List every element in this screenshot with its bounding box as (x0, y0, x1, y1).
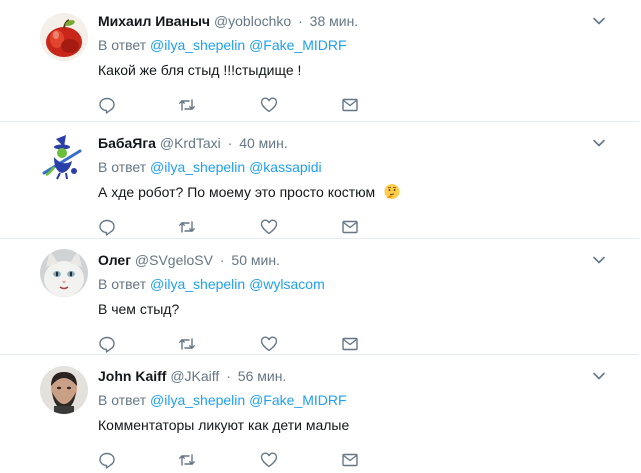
apple-avatar-icon (40, 13, 88, 61)
like-button[interactable] (260, 218, 278, 236)
timestamp[interactable]: 38 мин. (310, 13, 359, 29)
mention-link[interactable]: @ilya_shepelin (150, 392, 245, 408)
tweet-header: Михаил Иваныч @yoblochko · 38 мин. (98, 12, 358, 30)
tweet-text: Комментаторы ликуют как дети малые (98, 417, 350, 433)
avatar[interactable] (40, 133, 88, 181)
reply-context: В ответ @ilya_shepelin @kassapidi (98, 158, 322, 176)
reply-button[interactable] (98, 335, 116, 353)
user-handle[interactable]: @KrdTaxi (160, 135, 221, 151)
retweet-button[interactable] (178, 218, 196, 236)
mention-link[interactable]: @Fake_MIDRF (249, 392, 346, 408)
tweet-header: БабаЯга @KrdTaxi · 40 мин. (98, 134, 288, 152)
avatar[interactable] (40, 366, 88, 414)
heart-icon (260, 336, 278, 352)
tweet-header: Олег @SVgeloSV · 50 мин. (98, 251, 280, 269)
direct-message-button[interactable] (341, 335, 359, 353)
mention-link[interactable]: @ilya_shepelin (150, 276, 245, 292)
chevron-down-icon[interactable] (592, 14, 606, 28)
reply-icon (99, 97, 115, 114)
timestamp[interactable]: 56 мин. (238, 368, 287, 384)
chevron-down-icon[interactable] (592, 253, 606, 267)
mention-link[interactable]: @wylsacom (249, 276, 325, 292)
tweet-header: John Kaiff @JKaiff · 56 мин. (98, 367, 286, 385)
envelope-icon (342, 220, 358, 234)
reply-icon (99, 452, 115, 469)
display-name[interactable]: John Kaiff (98, 368, 166, 384)
thinking-face-emoji-icon (384, 184, 400, 199)
separator-dot: · (298, 13, 303, 29)
retweet-icon (179, 338, 195, 350)
direct-message-button[interactable] (341, 96, 359, 114)
reply-prefix: В ответ (98, 37, 147, 53)
reply-context: В ответ @ilya_shepelin @wylsacom (98, 275, 325, 293)
user-handle[interactable]: @JKaiff (170, 368, 219, 384)
retweet-icon (179, 454, 195, 466)
man-avatar-icon (40, 366, 88, 414)
separator-dot: · (226, 368, 231, 384)
tweet-text: А хде робот? По моему это просто костюм (98, 182, 401, 202)
display-name[interactable]: Михаил Иваныч (98, 13, 210, 29)
separator-dot: · (219, 252, 225, 268)
direct-message-button[interactable] (341, 218, 359, 236)
separator-dot: · (227, 135, 233, 151)
mention-link[interactable]: @ilya_shepelin (150, 37, 245, 53)
tweet[interactable]: Михаил Иваныч @yoblochko · 38 мин. В отв… (0, 0, 639, 122)
chevron-down-icon[interactable] (592, 136, 606, 150)
tweet[interactable]: Олег @SVgeloSV · 50 мин. В ответ @ilya_s… (0, 239, 639, 355)
retweet-icon (179, 99, 195, 111)
mention-link[interactable]: @ilya_shepelin (150, 159, 245, 175)
reply-prefix: В ответ (98, 159, 147, 175)
like-button[interactable] (260, 96, 278, 114)
heart-icon (260, 452, 278, 468)
tweet-text: Какой же бля стыд !!!стыдище ! (98, 62, 302, 78)
reply-context: В ответ @ilya_shepelin @Fake_MIDRF (98, 36, 347, 54)
reply-context: В ответ @ilya_shepelin @Fake_MIDRF (98, 391, 347, 409)
reply-feed: Михаил Иваныч @yoblochko · 38 мин. В отв… (0, 0, 641, 473)
reply-prefix: В ответ (98, 392, 147, 408)
chevron-down-icon[interactable] (592, 369, 606, 383)
reply-button[interactable] (98, 96, 116, 114)
retweet-icon (179, 221, 195, 233)
direct-message-button[interactable] (341, 451, 359, 469)
envelope-icon (342, 337, 358, 351)
mention-link[interactable]: @Fake_MIDRF (249, 37, 346, 53)
mention-link[interactable]: @kassapidi (249, 159, 322, 175)
display-name[interactable]: Олег (98, 252, 131, 268)
timestamp[interactable]: 40 мин. (239, 135, 288, 151)
heart-icon (260, 219, 278, 235)
reply-icon (99, 219, 115, 236)
user-handle[interactable]: @SVgeloSV (135, 252, 213, 268)
tweet[interactable]: БабаЯга @KrdTaxi · 40 мин. В ответ @ilya… (0, 122, 639, 239)
avatar[interactable] (40, 249, 88, 297)
retweet-button[interactable] (178, 335, 196, 353)
envelope-icon (342, 98, 358, 112)
reply-button[interactable] (98, 218, 116, 236)
tweet-text-content: А хде робот? По моему это просто костюм (98, 184, 376, 200)
tweet[interactable]: John Kaiff @JKaiff · 56 мин. В ответ @il… (0, 355, 639, 473)
reply-button[interactable] (98, 451, 116, 469)
avatar[interactable] (40, 13, 88, 61)
heart-icon (260, 97, 278, 113)
display-name[interactable]: БабаЯга (98, 135, 156, 151)
reply-icon (99, 336, 115, 353)
timestamp[interactable]: 50 мин. (231, 252, 280, 268)
witch-avatar-icon (40, 133, 88, 181)
like-button[interactable] (260, 335, 278, 353)
reply-prefix: В ответ (98, 276, 147, 292)
user-handle[interactable]: @yoblochko (214, 13, 291, 29)
cat-avatar-icon (40, 249, 88, 297)
envelope-icon (342, 453, 358, 467)
retweet-button[interactable] (178, 451, 196, 469)
retweet-button[interactable] (178, 96, 196, 114)
tweet-text: В чем стыд? (98, 301, 180, 317)
like-button[interactable] (260, 451, 278, 469)
